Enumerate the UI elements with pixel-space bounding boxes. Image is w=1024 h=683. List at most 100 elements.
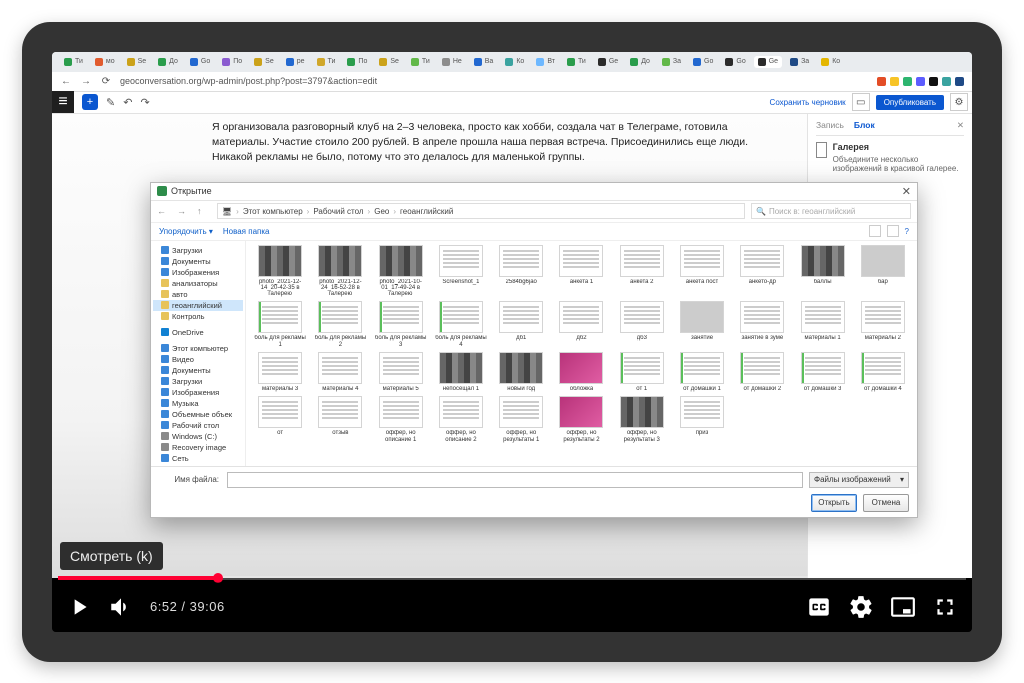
miniplayer-button[interactable] xyxy=(890,594,916,620)
extension-icon[interactable] xyxy=(955,77,964,86)
file-item[interactable]: баллы xyxy=(794,245,850,298)
forward-button[interactable]: → xyxy=(80,75,92,87)
fullscreen-button[interactable] xyxy=(932,594,958,620)
browser-tab[interactable]: По xyxy=(343,56,371,68)
browser-tab[interactable]: Ти xyxy=(313,56,340,68)
file-item[interactable]: от домашки 1 xyxy=(674,352,730,392)
browser-tab[interactable]: Se xyxy=(375,56,403,68)
tree-item[interactable]: Музыка xyxy=(153,398,243,409)
file-item[interactable]: приз xyxy=(674,396,730,443)
dialog-search-input[interactable]: 🔍 Поиск в: геоанглийский xyxy=(751,203,911,219)
tree-item[interactable]: Контроль xyxy=(153,311,243,322)
file-type-filter[interactable]: Файлы изображений▾ xyxy=(809,472,909,488)
file-item[interactable]: занятие в зуме xyxy=(734,301,790,348)
file-item[interactable]: оффер, но результаты 2 xyxy=(553,396,609,443)
browser-tab[interactable]: Ge xyxy=(754,56,782,68)
file-item[interactable]: оффер, но результаты 3 xyxy=(614,396,670,443)
file-item[interactable]: материалы 4 xyxy=(312,352,368,392)
breadcrumb[interactable]: 🖥›Этот компьютер›Рабочий стол›Geo›геоанг… xyxy=(217,203,745,219)
file-item[interactable]: от 1 xyxy=(614,352,670,392)
back-button[interactable]: ← xyxy=(60,75,72,87)
browser-tab[interactable]: Вт xyxy=(532,56,559,68)
file-item[interactable]: оффер, но описание 1 xyxy=(373,396,429,443)
file-item[interactable]: непосещал 1 xyxy=(433,352,489,392)
file-item[interactable]: анкета пост xyxy=(674,245,730,298)
extension-icon[interactable] xyxy=(890,77,899,86)
add-block-button[interactable]: + xyxy=(82,94,98,110)
path-back-icon[interactable]: ← xyxy=(157,206,171,216)
undo-icon[interactable]: ↶ xyxy=(123,96,132,109)
tree-item[interactable]: Загрузки xyxy=(153,245,243,256)
extension-icon[interactable] xyxy=(903,77,912,86)
file-item[interactable]: боль для рекламы 4 xyxy=(433,301,489,348)
tree-item[interactable]: Recovery image xyxy=(153,442,243,453)
file-item[interactable]: боль для рекламы 2 xyxy=(312,301,368,348)
preview-button[interactable]: ▭ xyxy=(852,93,870,111)
file-item[interactable]: Screenshot_1 xyxy=(433,245,489,298)
open-button[interactable]: Открыть xyxy=(811,494,857,512)
file-item[interactable]: photo_2021-10-01_17-49-24 в галерею xyxy=(373,245,429,298)
edit-tool-icon[interactable]: ✎ xyxy=(106,96,115,109)
extension-icon[interactable] xyxy=(877,77,886,86)
tree-item[interactable]: Рабочий стол xyxy=(153,420,243,431)
dialog-close-icon[interactable]: ✕ xyxy=(902,185,911,198)
browser-tab[interactable]: По xyxy=(218,56,246,68)
breadcrumb-segment[interactable]: геоанглийский xyxy=(400,207,453,216)
browser-tab[interactable]: ре xyxy=(282,56,309,68)
save-draft-link[interactable]: Сохранить черновик xyxy=(770,98,846,107)
new-folder-button[interactable]: Новая папка xyxy=(223,227,270,236)
settings-toggle-button[interactable]: ⚙ xyxy=(950,93,968,111)
file-item[interactable]: дб3 xyxy=(614,301,670,348)
captions-button[interactable] xyxy=(806,594,832,620)
file-item[interactable]: от xyxy=(252,396,308,443)
file-item[interactable]: новый год xyxy=(493,352,549,392)
breadcrumb-segment[interactable]: Geo xyxy=(374,207,389,216)
breadcrumb-segment[interactable]: Рабочий стол xyxy=(313,207,363,216)
breadcrumb-segment[interactable]: Этот компьютер xyxy=(243,207,303,216)
tree-item[interactable]: OneDrive xyxy=(153,327,243,338)
publish-button[interactable]: Опубликовать xyxy=(876,95,944,110)
browser-tab[interactable]: Go xyxy=(689,56,717,68)
filename-input[interactable] xyxy=(227,472,803,488)
sidebar-close-icon[interactable]: ✕ xyxy=(957,120,964,131)
sidebar-tab-block[interactable]: Блок xyxy=(854,120,875,131)
tree-item[interactable]: Документы xyxy=(153,256,243,267)
view-mode-button[interactable] xyxy=(869,225,881,237)
browser-tab[interactable]: Ge xyxy=(594,56,622,68)
browser-tab[interactable]: Se xyxy=(250,56,278,68)
cancel-button[interactable]: Отмена xyxy=(863,494,909,512)
wp-logo[interactable]: ≡ xyxy=(52,91,74,113)
progress-bar[interactable] xyxy=(58,576,966,580)
browser-tab[interactable]: За xyxy=(658,56,685,68)
file-item[interactable]: обложка xyxy=(553,352,609,392)
file-item[interactable]: материалы 1 xyxy=(794,301,850,348)
extension-icon[interactable] xyxy=(916,77,925,86)
browser-tab[interactable]: Ти xyxy=(563,56,590,68)
file-item[interactable]: материалы 2 xyxy=(855,301,911,348)
file-item[interactable]: анкета 1 xyxy=(553,245,609,298)
tree-item[interactable]: Загрузки xyxy=(153,376,243,387)
reload-button[interactable]: ⟳ xyxy=(100,75,112,87)
file-item[interactable]: дб2 xyxy=(553,301,609,348)
file-item[interactable]: анкето-др xyxy=(734,245,790,298)
browser-tab[interactable]: Ти xyxy=(407,56,434,68)
file-item[interactable]: photo_2021-12-24_16-52-28 в галерею xyxy=(312,245,368,298)
file-item[interactable]: боль для рекламы 3 xyxy=(373,301,429,348)
file-item[interactable]: отзыв xyxy=(312,396,368,443)
tree-item[interactable]: Изображения xyxy=(153,387,243,398)
tree-item[interactable]: Документы xyxy=(153,365,243,376)
play-button[interactable] xyxy=(66,594,92,620)
organize-menu[interactable]: Упорядочить ▾ xyxy=(159,227,213,236)
file-item[interactable]: анкета 2 xyxy=(614,245,670,298)
tree-item[interactable]: анализаторы xyxy=(153,278,243,289)
redo-icon[interactable]: ↷ xyxy=(140,96,149,109)
browser-tab[interactable]: Ко xyxy=(817,56,844,68)
browser-tab[interactable]: Go xyxy=(721,56,749,68)
tree-item[interactable]: Сеть xyxy=(153,453,243,464)
help-icon[interactable]: ? xyxy=(905,227,909,236)
tree-item[interactable]: авто xyxy=(153,289,243,300)
browser-tab[interactable]: До xyxy=(154,56,182,68)
tree-item[interactable]: Объемные объек xyxy=(153,409,243,420)
extension-icon[interactable] xyxy=(942,77,951,86)
browser-tab[interactable]: Ко xyxy=(501,56,528,68)
